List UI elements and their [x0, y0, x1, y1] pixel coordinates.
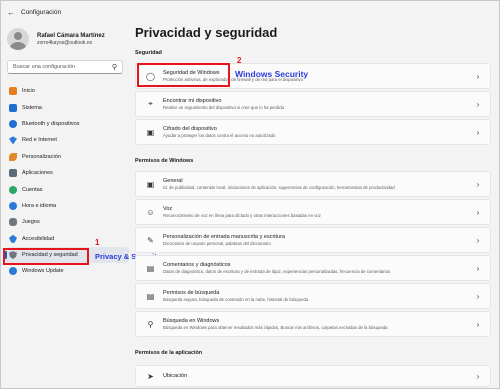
profile-email: zorro4kayos@outlook.es	[37, 39, 93, 46]
search-input[interactable]: Buscar una configuración ⚲	[7, 60, 123, 74]
chevron-right-icon: ›	[476, 291, 480, 301]
card-title: Comentarios y diagnósticos	[163, 262, 231, 268]
card-general[interactable]: ▣ General Id. de publicidad, contenido l…	[135, 171, 491, 197]
title-bar: ← Configuración	[1, 1, 499, 23]
sidebar-item-bluetooth[interactable]: Bluetooth y dispositivos	[5, 116, 129, 132]
annotation-number-1: 1	[95, 238, 100, 247]
brush-icon	[9, 152, 17, 161]
chevron-right-icon: ›	[476, 235, 480, 245]
profile-name: Rafael Cámara Martínez	[37, 32, 105, 39]
card-title: General	[163, 178, 183, 184]
card-subtitle: Id. de publicidad, contenido local, inic…	[163, 185, 395, 190]
bluetooth-icon	[9, 119, 17, 128]
settings-window: ← Configuración Rafael Cámara Martínez z…	[0, 0, 500, 389]
section-seguridad: Seguridad	[135, 50, 162, 56]
card-title: Encontrar mi dispositivo	[163, 98, 222, 104]
system-icon	[9, 103, 17, 112]
network-icon	[9, 136, 17, 145]
sidebar-item-cuentas[interactable]: Cuentas	[5, 181, 129, 197]
sidebar-item-windows-update[interactable]: Windows Update	[5, 263, 129, 279]
sidebar-item-label: Sistema	[22, 104, 42, 111]
search-placeholder: Buscar una configuración	[13, 64, 76, 70]
sidebar-item-label: Cuentas	[22, 186, 43, 193]
card-subtitle: Búsqueda segura, búsqueda de contenido e…	[163, 297, 309, 302]
feedback-icon: ▤	[146, 263, 155, 273]
location-icon: ➤	[147, 371, 154, 381]
card-title: Personalización de entrada manuscrita y …	[163, 234, 285, 240]
section-permisos-windows: Permisos de Windows	[135, 158, 194, 164]
section-permisos-app: Permisos de la aplicación	[135, 350, 203, 356]
card-voz[interactable]: ☺ Voz Reconocimiento de voz en línea par…	[135, 199, 491, 225]
annotation-box-privacy	[3, 248, 89, 265]
sidebar-item-label: Windows Update	[22, 268, 64, 275]
search-icon: ⚲	[111, 64, 117, 71]
sidebar-item-juegos[interactable]: Juegos	[5, 214, 129, 230]
card-encontrar-dispositivo[interactable]: ⌖ Encontrar mi dispositivo Realice un se…	[135, 91, 491, 117]
chevron-right-icon: ›	[476, 319, 480, 329]
sidebar-item-label: Juegos	[22, 219, 40, 226]
chevron-right-icon: ›	[476, 207, 480, 217]
card-subtitle: Diccionario de usuario personal, palabra…	[163, 241, 271, 246]
sidebar-item-aplicaciones[interactable]: Aplicaciones	[5, 165, 129, 181]
gamepad-icon	[9, 218, 17, 227]
sidebar-item-label: Red e Internet	[22, 137, 57, 144]
home-icon	[9, 87, 17, 96]
person-voice-icon: ☺	[146, 207, 155, 217]
accounts-icon	[9, 185, 17, 194]
sidebar: Rafael Cámara Martínez zorro4kayos@outlo…	[1, 23, 129, 389]
card-ubicacion[interactable]: ➤ Ubicación ›	[135, 365, 491, 387]
locate-icon: ⌖	[148, 99, 153, 108]
card-entrada-manuscrita[interactable]: ✎ Personalización de entrada manuscrita …	[135, 227, 491, 253]
card-title: Cifrado del dispositivo	[163, 126, 217, 132]
sidebar-item-red[interactable]: Red e Internet	[5, 132, 129, 148]
sidebar-item-hora[interactable]: Hora e idioma	[5, 198, 129, 214]
card-title: Ubicación	[163, 373, 188, 379]
card-busqueda-windows[interactable]: ⚲ Búsqueda en Windows Búsqueda en Window…	[135, 311, 491, 337]
card-title: Búsqueda en Windows	[163, 318, 220, 324]
window-title: Configuración	[21, 8, 62, 16]
chevron-right-icon: ›	[476, 179, 480, 189]
chevron-right-icon: ›	[476, 71, 480, 81]
accessibility-icon	[9, 234, 17, 243]
lock-icon: ▣	[146, 127, 155, 137]
search-permission-icon: ▤	[146, 291, 155, 301]
avatar	[7, 28, 29, 50]
back-arrow-icon[interactable]: ←	[7, 8, 15, 17]
chevron-right-icon: ›	[476, 127, 480, 137]
annotation-number-2: 2	[237, 56, 242, 65]
card-subtitle: Ayudar a proteger los datos contra el ac…	[163, 133, 276, 138]
card-subtitle: Búsqueda en Windows para obtener resulta…	[163, 325, 388, 330]
chevron-right-icon: ›	[476, 99, 480, 109]
apps-icon	[9, 169, 17, 178]
card-cifrado[interactable]: ▣ Cifrado del dispositivo Ayudar a prote…	[135, 119, 491, 145]
page-title: Privacidad y seguridad	[135, 25, 278, 40]
sidebar-item-label: Hora e idioma	[22, 202, 57, 209]
annotation-box-windows-security	[137, 63, 230, 87]
chevron-right-icon: ›	[476, 263, 480, 273]
sidebar-item-label: Inicio	[22, 88, 35, 95]
card-subtitle: Reconocimiento de voz en línea para dict…	[163, 213, 321, 218]
sidebar-item-accesibilidad[interactable]: Accesibilidad	[5, 231, 129, 247]
annotation-label-windows-security: Windows Security	[235, 69, 309, 79]
card-subtitle: Datos de diagnóstico, datos de escritura…	[163, 269, 391, 274]
sidebar-item-label: Bluetooth y dispositivos	[22, 120, 80, 127]
lock-icon: ▣	[146, 179, 155, 189]
sidebar-item-label: Personalización	[22, 153, 61, 160]
sidebar-item-label: Accesibilidad	[22, 235, 55, 242]
sidebar-item-label: Aplicaciones	[22, 170, 53, 177]
sidebar-item-sistema[interactable]: Sistema	[5, 99, 129, 115]
card-title: Voz	[163, 206, 173, 212]
pen-icon: ✎	[147, 235, 154, 245]
sidebar-item-inicio[interactable]: Inicio	[5, 83, 129, 99]
card-comentarios[interactable]: ▤ Comentarios y diagnósticos Datos de di…	[135, 255, 491, 281]
card-title: Permisos de búsqueda	[163, 290, 220, 296]
user-profile[interactable]: Rafael Cámara Martínez zorro4kayos@outlo…	[7, 28, 105, 50]
card-subtitle: Realice un seguimiento del dispositivo s…	[163, 105, 285, 110]
chevron-right-icon: ›	[476, 371, 480, 381]
search-icon: ⚲	[147, 319, 154, 329]
card-permisos-busqueda[interactable]: ▤ Permisos de búsqueda Búsqueda segura, …	[135, 283, 491, 309]
clock-globe-icon	[9, 201, 17, 210]
update-icon	[9, 267, 17, 276]
sidebar-item-personalizacion[interactable]: Personalización	[5, 149, 129, 165]
